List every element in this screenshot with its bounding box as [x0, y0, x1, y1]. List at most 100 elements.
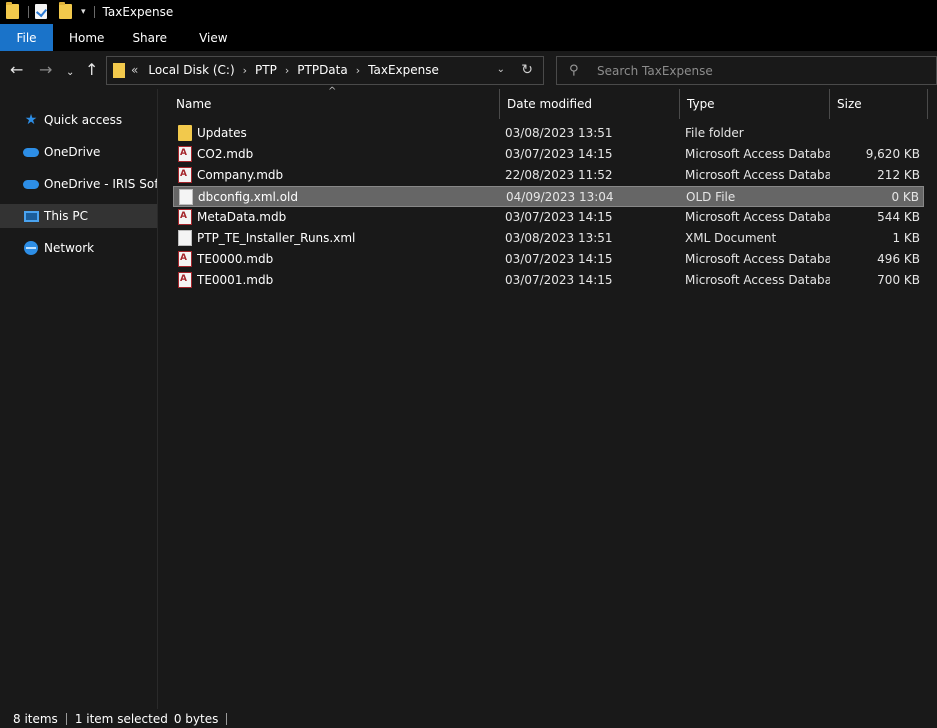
tab-file[interactable]: File	[0, 24, 53, 51]
file-size: 544 KB	[877, 210, 920, 224]
status-separator	[65, 712, 67, 725]
title-separator-2	[93, 6, 95, 18]
network-icon	[23, 240, 39, 256]
file-row-te0000[interactable]: TE0000.mdb 03/07/2023 14:15 Microsoft Ac…	[173, 249, 924, 270]
quick-access-toolbar-dropdown-icon[interactable]: ▾	[81, 7, 86, 17]
breadcrumb-overflow[interactable]: «	[131, 63, 138, 77]
file-row-dbconfig[interactable]: dbconfig.xml.old 04/09/2023 13:04 OLD Fi…	[173, 186, 924, 207]
file-row-company[interactable]: Company.mdb 22/08/2023 11:52 Microsoft A…	[173, 165, 924, 186]
file-name: CO2.mdb	[197, 147, 254, 161]
file-name: Updates	[197, 126, 247, 140]
folder-icon	[6, 2, 20, 20]
refresh-icon[interactable]: ↻	[521, 62, 533, 78]
file-name: PTP_TE_Installer_Runs.xml	[197, 231, 356, 245]
computer-icon	[23, 208, 39, 224]
sidebar-item-network[interactable]: Network	[0, 236, 157, 260]
breadcrumb-ptpdata[interactable]: PTPData	[297, 63, 347, 77]
properties-icon[interactable]	[35, 4, 49, 20]
file-size: 212 KB	[877, 168, 920, 182]
column-header-type[interactable]: Type	[680, 89, 830, 119]
sidebar-item-onedrive[interactable]: OneDrive	[0, 140, 157, 164]
sidebar-item-label: OneDrive	[44, 145, 101, 159]
sidebar-item-label: This PC	[44, 209, 88, 223]
breadcrumb-local-disk[interactable]: Local Disk (C:)	[148, 63, 234, 77]
file-row-updates[interactable]: Updates 03/08/2023 13:51 File folder	[173, 123, 924, 144]
file-type: Microsoft Access Database	[685, 273, 830, 287]
file-icon	[178, 230, 192, 246]
title-separator	[28, 6, 29, 18]
file-size: 0 KB	[891, 190, 919, 204]
file-name: dbconfig.xml.old	[198, 190, 299, 204]
title-bar: ▾ TaxExpense	[0, 0, 937, 24]
file-size: 700 KB	[877, 273, 920, 287]
recent-locations-chevron-icon[interactable]: ⌄	[66, 63, 74, 83]
access-db-icon	[178, 251, 192, 267]
file-size: 9,620 KB	[865, 147, 920, 161]
column-header-date-modified[interactable]: Date modified	[500, 89, 680, 119]
sidebar-item-onedrive-iris[interactable]: OneDrive - IRIS Software	[0, 172, 157, 196]
file-date: 22/08/2023 11:52	[505, 168, 613, 182]
tab-view[interactable]: View	[181, 24, 241, 51]
cloud-icon	[23, 176, 39, 192]
window-title: TaxExpense	[102, 5, 174, 19]
sidebar-item-label: Quick access	[44, 113, 123, 127]
file-size: 1 KB	[892, 231, 920, 245]
file-type: Microsoft Access Database	[685, 147, 830, 161]
file-name: MetaData.mdb	[197, 210, 287, 224]
access-db-icon	[178, 209, 192, 225]
navigation-bar: ← → ⌄ ↑ « Local Disk (C:) › PTP › PTPDat…	[0, 51, 937, 89]
file-row-metadata[interactable]: MetaData.mdb 03/07/2023 14:15 Microsoft …	[173, 207, 924, 228]
search-icon: ⚲	[569, 63, 579, 78]
tab-share[interactable]: Share	[118, 24, 181, 51]
file-type: Microsoft Access Database	[685, 252, 830, 266]
ribbon-tabs: File Home Share View	[0, 24, 937, 51]
search-box[interactable]: ⚲	[556, 56, 937, 85]
chevron-right-icon[interactable]: ›	[285, 64, 289, 77]
file-name: TE0000.mdb	[197, 252, 274, 266]
column-header-size[interactable]: Size	[830, 89, 928, 119]
file-date: 03/08/2023 13:51	[505, 231, 613, 245]
file-date: 03/07/2023 14:15	[505, 210, 613, 224]
status-item-count: 8 items	[13, 711, 58, 726]
folder-icon	[178, 125, 192, 141]
sidebar-item-this-pc[interactable]: This PC	[0, 204, 157, 228]
file-name: TE0001.mdb	[197, 273, 274, 287]
address-history-chevron-icon[interactable]: ⌄	[497, 64, 505, 75]
status-bar: 8 items 1 item selected 0 bytes	[0, 709, 937, 728]
chevron-right-icon[interactable]: ›	[356, 64, 360, 77]
file-row-co2[interactable]: CO2.mdb 03/07/2023 14:15 Microsoft Acces…	[173, 144, 924, 165]
chevron-right-icon[interactable]: ›	[243, 64, 247, 77]
new-folder-icon[interactable]	[59, 2, 73, 20]
file-row-installer-runs[interactable]: PTP_TE_Installer_Runs.xml 03/08/2023 13:…	[173, 228, 924, 249]
breadcrumb-ptp[interactable]: PTP	[255, 63, 277, 77]
file-icon	[179, 189, 193, 205]
breadcrumb-taxexpense[interactable]: TaxExpense	[368, 63, 439, 77]
address-bar[interactable]: « Local Disk (C:) › PTP › PTPData › TaxE…	[106, 56, 544, 85]
forward-arrow-icon[interactable]: →	[39, 60, 52, 80]
column-header-name[interactable]: Name	[169, 89, 500, 119]
access-db-icon	[178, 167, 192, 183]
tab-home[interactable]: Home	[53, 24, 118, 51]
status-selected-count: 1 item selected	[74, 711, 168, 726]
file-type: OLD File	[686, 190, 736, 204]
star-icon: ★	[24, 112, 38, 128]
file-type: XML Document	[685, 231, 777, 245]
file-date: 03/07/2023 14:15	[505, 252, 613, 266]
back-arrow-icon[interactable]: ←	[10, 60, 23, 80]
file-date: 03/07/2023 14:15	[505, 273, 613, 287]
search-input[interactable]	[597, 62, 917, 80]
breadcrumb: « Local Disk (C:) › PTP › PTPData › TaxE…	[131, 63, 439, 77]
file-type: Microsoft Access Database	[685, 168, 830, 182]
file-date: 03/07/2023 14:15	[505, 147, 613, 161]
file-date: 03/08/2023 13:51	[505, 126, 613, 140]
status-separator	[226, 712, 228, 725]
cloud-icon	[23, 144, 39, 160]
sidebar-item-label: OneDrive - IRIS Software	[44, 177, 157, 191]
file-row-te0001[interactable]: TE0001.mdb 03/07/2023 14:15 Microsoft Ac…	[173, 270, 924, 291]
up-arrow-icon[interactable]: ↑	[85, 60, 98, 80]
file-list: ^ Name Date modified Type Size Updates 0…	[158, 86, 937, 709]
sidebar-item-quick-access[interactable]: ★ Quick access	[0, 108, 157, 132]
status-selected-size: 0 bytes	[173, 711, 219, 726]
file-type: Microsoft Access Database	[685, 210, 830, 224]
file-type: File folder	[685, 126, 744, 140]
